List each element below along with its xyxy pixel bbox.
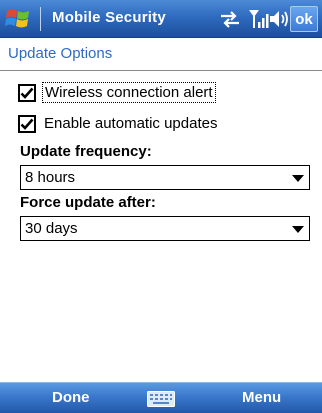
force-update-label: Force update after: [20,194,156,211]
auto-updates-option[interactable]: Enable automatic updates [18,114,219,133]
wireless-alert-checkbox[interactable] [18,83,36,102]
volume-icon[interactable] [269,8,289,30]
checkmark-icon [20,87,34,99]
title-separator [40,7,41,31]
update-frequency-value: 8 hours [25,169,76,186]
auto-updates-label[interactable]: Enable automatic updates [42,114,219,133]
app-title: Mobile Security [52,9,166,26]
force-update-select[interactable]: 30 days [20,216,310,241]
signal-strength-icon[interactable] [248,8,270,30]
keyboard-icon[interactable] [147,391,175,407]
start-button[interactable] [2,2,36,36]
title-bar: Mobile Security ok [0,0,322,38]
ok-button[interactable]: ok [290,6,318,32]
dropdown-arrow-icon[interactable] [292,226,304,234]
dropdown-arrow-icon[interactable] [292,175,304,183]
wireless-alert-option[interactable]: Wireless connection alert [18,82,216,103]
auto-updates-checkbox[interactable] [18,114,36,133]
update-frequency-select[interactable]: 8 hours [20,165,310,190]
connectivity-icon[interactable] [218,8,242,30]
force-update-value: 30 days [25,220,78,237]
soft-key-bar: Done Menu [0,382,322,413]
windows-flag-icon [5,9,29,28]
update-frequency-label: Update frequency: [20,143,152,160]
wireless-alert-label[interactable]: Wireless connection alert [42,82,216,103]
heading-divider [0,70,322,71]
done-softkey[interactable]: Done [52,389,90,406]
checkmark-icon [20,118,34,130]
menu-softkey[interactable]: Menu [242,389,281,406]
page-title: Update Options [8,45,113,62]
